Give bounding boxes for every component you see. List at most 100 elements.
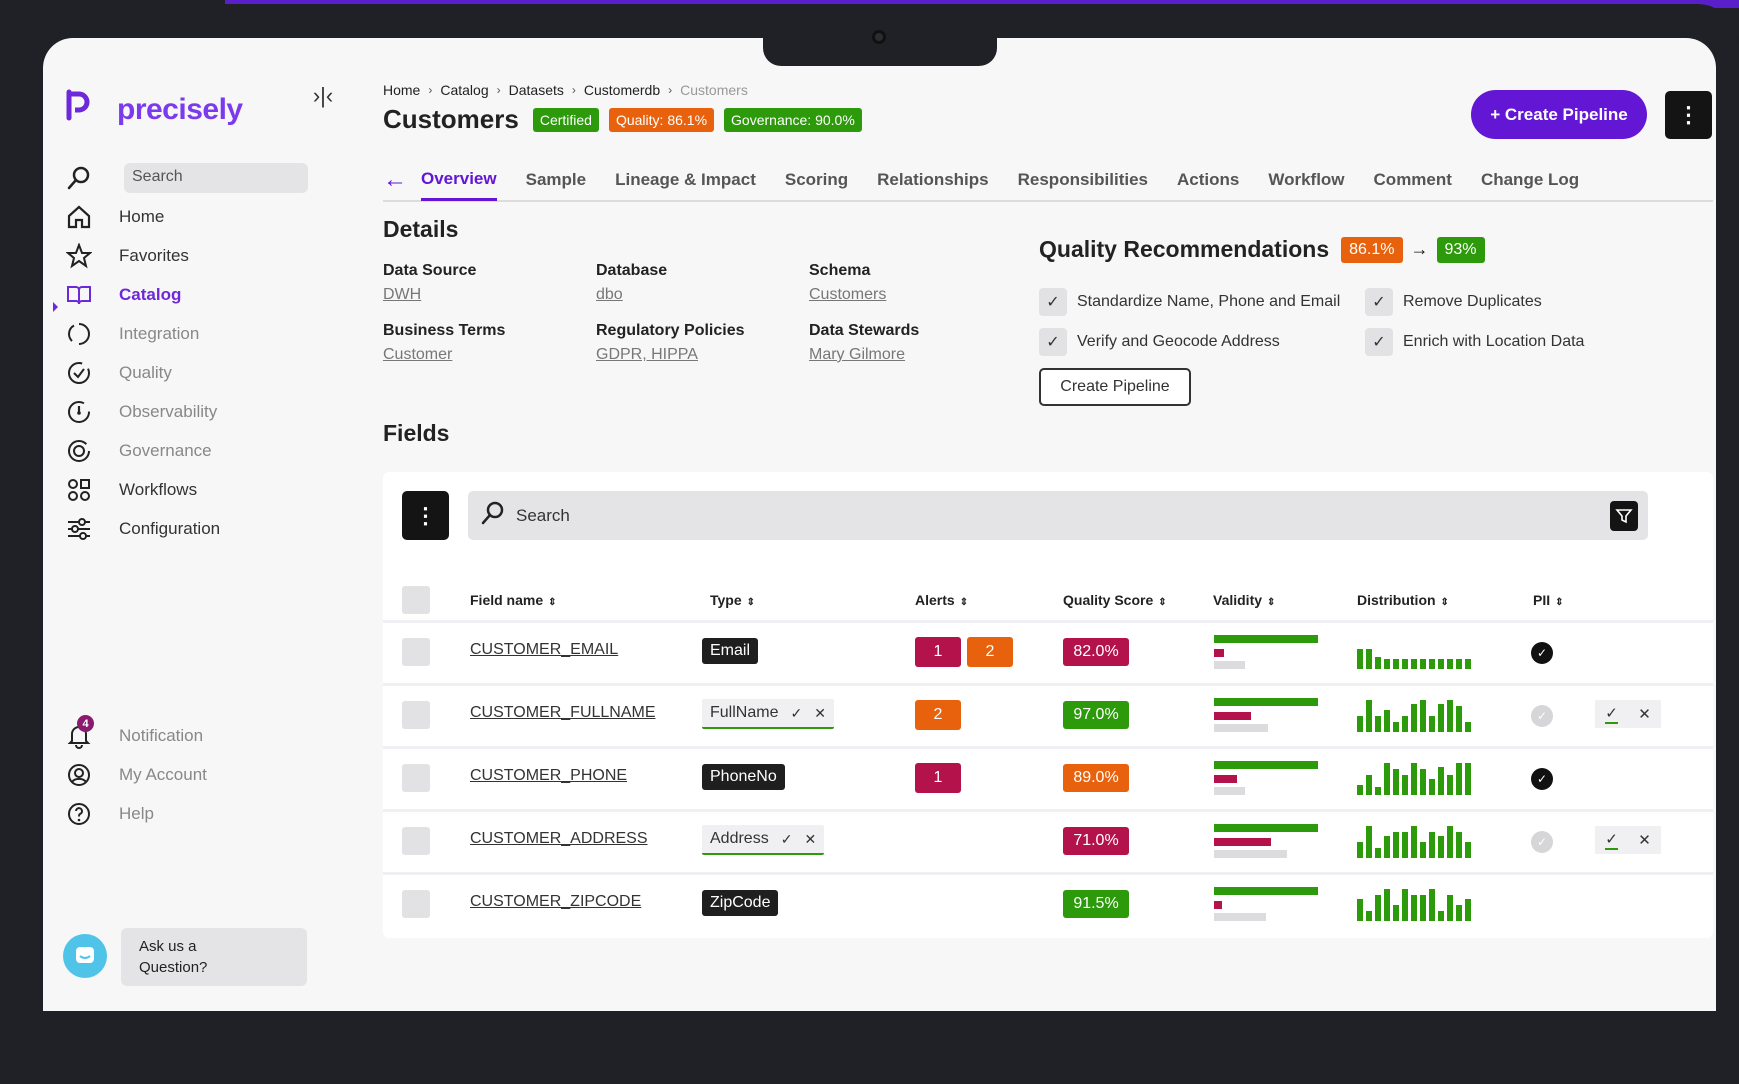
tab-workflow[interactable]: Workflow (1268, 159, 1344, 201)
column-header-quality-score[interactable]: Quality Score ⇕ (1063, 592, 1167, 608)
column-header-distribution[interactable]: Distribution ⇕ (1357, 592, 1449, 608)
ask-question-button[interactable]: Ask us a Question? (121, 928, 307, 986)
breadcrumb-item[interactable]: Datasets (509, 82, 564, 98)
field-name-link[interactable]: CUSTOMER_ADDRESS (470, 830, 648, 848)
notification-count-badge: 4 (77, 715, 94, 732)
quality-from-badge: 86.1% (1341, 236, 1403, 263)
alert-badge[interactable]: 2 (967, 637, 1013, 667)
field-name-link[interactable]: CUSTOMER_EMAIL (470, 641, 618, 659)
recommendation-item[interactable]: ✓ Standardize Name, Phone and Email (1039, 288, 1340, 316)
detail-link[interactable]: GDPR, HIPPA (596, 346, 745, 364)
table-row[interactable]: CUSTOMER_EMAIL Email 1 2 82.0% ✓ (383, 620, 1713, 680)
create-pipeline-button[interactable]: + Create Pipeline (1471, 90, 1647, 139)
more-options-icon[interactable]: ⋮ (1665, 91, 1712, 139)
tab-lineage-impact[interactable]: Lineage & Impact (615, 159, 756, 201)
tab-comment[interactable]: Comment (1374, 159, 1452, 201)
collapse-sidebar-icon[interactable]: ›|‹ (311, 83, 335, 108)
field-name-link[interactable]: CUSTOMER_PHONE (470, 767, 627, 785)
detail-link[interactable]: Customers (809, 286, 886, 304)
reject-x-icon[interactable]: ✕ (814, 705, 826, 722)
row-checkbox[interactable] (402, 890, 430, 918)
pii-checked-icon[interactable]: ✓ (1531, 642, 1553, 664)
recommendation-item[interactable]: ✓ Remove Duplicates (1365, 288, 1542, 316)
recommendation-item[interactable]: ✓ Verify and Geocode Address (1039, 328, 1280, 356)
reject-x-icon[interactable]: ✕ (804, 831, 816, 848)
breadcrumb-item[interactable]: Catalog (440, 82, 488, 98)
back-arrow-icon[interactable]: ← (383, 166, 407, 194)
column-header-pii[interactable]: PII ⇕ (1533, 592, 1564, 608)
accept-check-icon[interactable]: ✓ (1605, 704, 1618, 724)
sidebar-search[interactable] (65, 160, 119, 196)
column-header-field-name[interactable]: Field name ⇕ (470, 592, 557, 608)
pii-suggested-icon[interactable]: ✓ (1531, 705, 1553, 727)
tab-actions[interactable]: Actions (1177, 159, 1239, 201)
recommendation-label: Standardize Name, Phone and Email (1077, 293, 1341, 310)
sidebar-item-help[interactable]: Help (65, 796, 154, 832)
checkbox-checked-icon[interactable]: ✓ (1365, 328, 1393, 356)
breadcrumb-item[interactable]: Home (383, 82, 420, 98)
detail-link[interactable]: Customer (383, 346, 505, 364)
pii-suggestion-editor[interactable]: ✓ ✕ (1595, 700, 1661, 728)
pii-checked-icon[interactable]: ✓ (1531, 768, 1553, 790)
sidebar-item-notification[interactable]: 4 Notification (65, 715, 203, 754)
column-header-alerts[interactable]: Alerts ⇕ (915, 592, 968, 608)
table-row[interactable]: CUSTOMER_PHONE PhoneNo 1 89.0% ✓ (383, 746, 1713, 806)
sidebar-item-integration[interactable]: Integration (65, 316, 199, 352)
table-row[interactable]: CUSTOMER_ZIPCODE ZipCode 91.5% (383, 872, 1713, 932)
alert-badge[interactable]: 1 (915, 637, 961, 667)
detail-link[interactable]: dbo (596, 286, 667, 304)
filter-icon[interactable] (1610, 501, 1638, 531)
reject-x-icon[interactable]: ✕ (1638, 705, 1651, 723)
type-suggestion-editor[interactable]: Address ✓ ✕ (702, 825, 825, 855)
checkbox-checked-icon[interactable]: ✓ (1039, 288, 1067, 316)
field-name-link[interactable]: CUSTOMER_ZIPCODE (470, 893, 641, 911)
sidebar-item-favorites[interactable]: Favorites (65, 238, 189, 274)
sidebar-item-workflows[interactable]: Workflows (65, 472, 197, 508)
sidebar-item-governance[interactable]: Governance (65, 433, 212, 469)
row-checkbox[interactable] (402, 701, 430, 729)
tab-change-log[interactable]: Change Log (1481, 159, 1579, 201)
accept-check-icon[interactable]: ✓ (1605, 830, 1618, 850)
sidebar-item-my-account[interactable]: My Account (65, 757, 207, 793)
accept-check-icon[interactable]: ✓ (790, 705, 802, 722)
column-header-validity[interactable]: Validity ⇕ (1213, 592, 1275, 608)
detail-link[interactable]: DWH (383, 286, 476, 304)
tab-overview[interactable]: Overview (421, 159, 497, 201)
tab-scoring[interactable]: Scoring (785, 159, 848, 201)
table-more-options-icon[interactable]: ⋮ (402, 491, 449, 540)
sidebar-item-catalog[interactable]: Catalog (65, 277, 181, 313)
tab-relationships[interactable]: Relationships (877, 159, 988, 201)
sidebar-item-observability[interactable]: Observability (65, 394, 217, 430)
table-row[interactable]: CUSTOMER_FULLNAME FullName ✓ ✕ 2 97.0% ✓ ✓ ✕ (383, 683, 1713, 743)
detail-link[interactable]: Mary Gilmore (809, 346, 919, 364)
tab-responsibilities[interactable]: Responsibilities (1018, 159, 1148, 201)
type-suggestion-editor[interactable]: FullName ✓ ✕ (702, 699, 834, 729)
field-name-link[interactable]: CUSTOMER_FULLNAME (470, 704, 656, 722)
table-row[interactable]: CUSTOMER_ADDRESS Address ✓ ✕ 71.0% ✓ ✓ ✕ (383, 809, 1713, 869)
column-header-type[interactable]: Type ⇕ (710, 592, 755, 608)
recommendation-item[interactable]: ✓ Enrich with Location Data (1365, 328, 1584, 356)
select-all-checkbox[interactable] (402, 586, 430, 614)
create-pipeline-outline-button[interactable]: Create Pipeline (1039, 368, 1191, 406)
pii-suggestion-editor[interactable]: ✓ ✕ (1595, 826, 1661, 854)
fields-search-input[interactable]: Search (468, 491, 1648, 540)
chat-avatar-icon[interactable] (63, 934, 107, 978)
sidebar-search-input[interactable]: Search (124, 163, 308, 193)
row-checkbox[interactable] (402, 827, 430, 855)
row-checkbox[interactable] (402, 638, 430, 666)
logo[interactable]: precisely (65, 88, 243, 131)
alert-badge[interactable]: 1 (915, 763, 961, 793)
checkbox-checked-icon[interactable]: ✓ (1365, 288, 1393, 316)
breadcrumb-item[interactable]: Customerdb (584, 82, 660, 98)
tab-sample[interactable]: Sample (526, 159, 586, 201)
alert-badge[interactable]: 2 (915, 700, 961, 730)
row-checkbox[interactable] (402, 764, 430, 792)
pii-suggested-icon[interactable]: ✓ (1531, 831, 1553, 853)
type-label: FullName (710, 704, 779, 721)
accept-check-icon[interactable]: ✓ (781, 831, 793, 848)
reject-x-icon[interactable]: ✕ (1638, 831, 1651, 849)
sidebar-item-configuration[interactable]: Configuration (65, 511, 220, 547)
checkbox-checked-icon[interactable]: ✓ (1039, 328, 1067, 356)
sidebar-item-quality[interactable]: Quality (65, 355, 172, 391)
sidebar-item-home[interactable]: Home (65, 199, 164, 235)
